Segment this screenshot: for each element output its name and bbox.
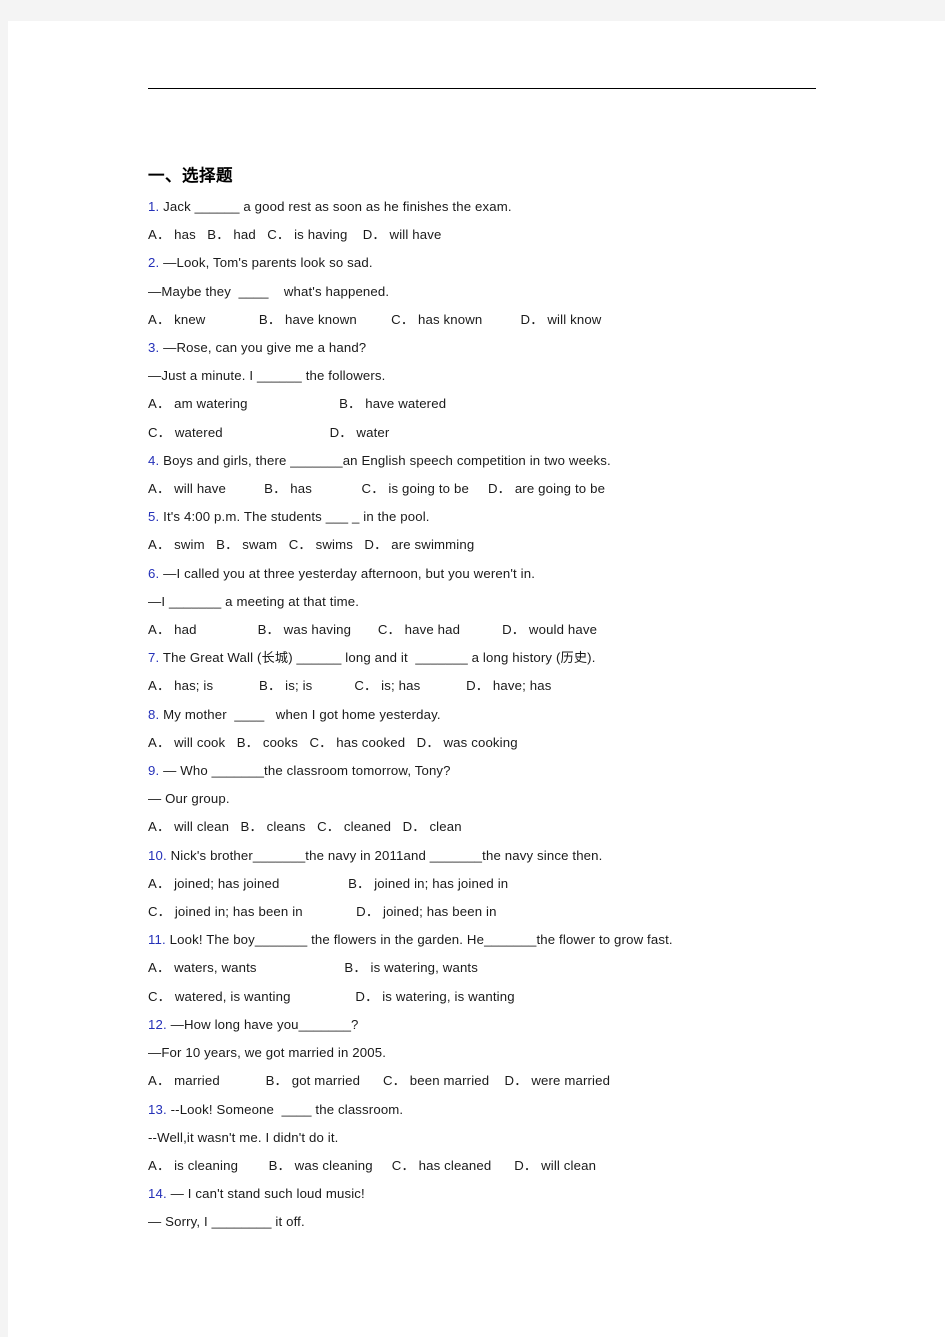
question-number: 7. bbox=[148, 650, 160, 666]
question-number: 8. bbox=[148, 706, 160, 722]
question-options-line: C． watered D． water bbox=[148, 424, 390, 440]
question-number: 10. bbox=[148, 847, 167, 863]
question-stem: 11. Look! The boy_______ the flowers in … bbox=[148, 926, 848, 954]
question-text: --Look! Someone ____ the classroom. bbox=[166, 1101, 404, 1117]
question-stem: 1. Jack ______ a good rest as soon as he… bbox=[148, 193, 848, 221]
header-rule bbox=[148, 88, 816, 89]
question-stem: 13. --Look! Someone ____ the classroom. bbox=[148, 1096, 848, 1124]
question-text: Nick's brother_______the navy in 2011and… bbox=[166, 847, 603, 863]
question-options-line: A． had B． was having C． have had D． woul… bbox=[148, 622, 598, 638]
question-options-line: C． joined in; has been in D． joined; has… bbox=[148, 904, 497, 920]
question-stem: 8. My mother ____ when I got home yester… bbox=[148, 701, 848, 729]
question-text: — I can't stand such loud music! bbox=[166, 1186, 365, 1202]
question-dialogue-line: --Well,it wasn't me. I didn't do it. bbox=[148, 1129, 339, 1145]
question-stem: 9. — Who _______the classroom tomorrow, … bbox=[148, 757, 848, 785]
question-options-line: A． has B． had C． is having D． will have bbox=[148, 227, 442, 243]
question-stem: 3. —Rose, can you give me a hand? bbox=[148, 334, 848, 362]
question-stem: 7. The Great Wall (长城) ______ long and i… bbox=[148, 644, 848, 672]
question-options-line: A． am watering B． have watered bbox=[148, 396, 447, 412]
question-stem: 12. —How long have you_______? bbox=[148, 1011, 848, 1039]
question-number: 2. bbox=[148, 255, 160, 271]
question-options-line: A． joined; has joined B． joined in; has … bbox=[148, 875, 509, 891]
question-list: 1. Jack ______ a good rest as soon as he… bbox=[148, 193, 848, 1237]
question-text: Jack ______ a good rest as soon as he fi… bbox=[159, 199, 512, 214]
section-heading: 一、选择题 bbox=[148, 167, 233, 185]
question-text: —Rose, can you give me a hand? bbox=[159, 340, 367, 356]
question-options-line: C． watered, is wanting D． is watering, i… bbox=[148, 988, 515, 1004]
question-text: —How long have you_______? bbox=[166, 1016, 359, 1032]
question-dialogue-line: —For 10 years, we got married in 2005. bbox=[148, 1045, 387, 1061]
question-stem: 5. It's 4:00 p.m. The students ___ _ in … bbox=[148, 503, 848, 531]
question-text: — Who _______the classroom tomorrow, Ton… bbox=[159, 763, 451, 779]
question-text: —Look, Tom's parents look so sad. bbox=[159, 255, 373, 271]
question-number: 5. bbox=[148, 509, 160, 525]
question-options-line: A． swim B． swam C． swims D． are swimming bbox=[148, 537, 475, 553]
question-number: 3. bbox=[148, 340, 160, 356]
question-number: 9. bbox=[148, 763, 160, 779]
question-options-line: A． has; is B． is; is C． is; has D． have;… bbox=[148, 678, 552, 694]
question-options-line: A． waters, wants B． is watering, wants bbox=[148, 960, 478, 976]
question-text: The Great Wall (长城) ______ long and it _… bbox=[159, 650, 596, 666]
question-number: 1. bbox=[148, 199, 160, 214]
question-text: Look! The boy_______ the flowers in the … bbox=[165, 932, 673, 948]
question-options-line: A． married B． got married C． been marrie… bbox=[148, 1073, 611, 1089]
question-number: 11. bbox=[148, 932, 166, 948]
document-page: 一、选择题 1. Jack ______ a good rest as soon… bbox=[8, 21, 945, 1337]
question-stem: 2. —Look, Tom's parents look so sad. bbox=[148, 249, 848, 277]
question-dialogue-line: — Our group. bbox=[148, 791, 230, 807]
question-options-line: A． knew B． have known C． has known D． wi… bbox=[148, 311, 602, 327]
question-dialogue-line: —Maybe they ____ what's happened. bbox=[148, 283, 390, 299]
question-stem: 10. Nick's brother_______the navy in 201… bbox=[148, 842, 848, 870]
question-dialogue-line: —I _______ a meeting at that time. bbox=[148, 593, 360, 609]
question-options-line: A． will cook B． cooks C． has cooked D． w… bbox=[148, 734, 518, 750]
question-number: 4. bbox=[148, 452, 160, 468]
question-number: 6. bbox=[148, 565, 160, 581]
question-text: Boys and girls, there _______an English … bbox=[159, 452, 611, 468]
question-number: 14. bbox=[148, 1186, 167, 1202]
question-text: My mother ____ when I got home yesterday… bbox=[159, 706, 441, 722]
question-text: —I called you at three yesterday afterno… bbox=[159, 565, 536, 581]
question-dialogue-line: — Sorry, I ________ it off. bbox=[148, 1214, 305, 1230]
question-options-line: A． will clean B． cleans C． cleaned D． cl… bbox=[148, 819, 462, 835]
question-stem: 14. — I can't stand such loud music! bbox=[148, 1180, 848, 1208]
question-dialogue-line: —Just a minute. I ______ the followers. bbox=[148, 368, 386, 384]
document-body: 一、选择题 1. Jack ______ a good rest as soon… bbox=[148, 166, 848, 1237]
question-number: 12. bbox=[148, 1016, 167, 1032]
question-text: It's 4:00 p.m. The students ___ _ in the… bbox=[159, 509, 430, 525]
question-options-line: A． is cleaning B． was cleaning C． has cl… bbox=[148, 1157, 597, 1173]
question-number: 13. bbox=[148, 1101, 167, 1117]
question-stem: 4. Boys and girls, there _______an Engli… bbox=[148, 447, 848, 475]
question-stem: 6. —I called you at three yesterday afte… bbox=[148, 560, 848, 588]
question-options-line: A． will have B． has C． is going to be D．… bbox=[148, 481, 606, 497]
